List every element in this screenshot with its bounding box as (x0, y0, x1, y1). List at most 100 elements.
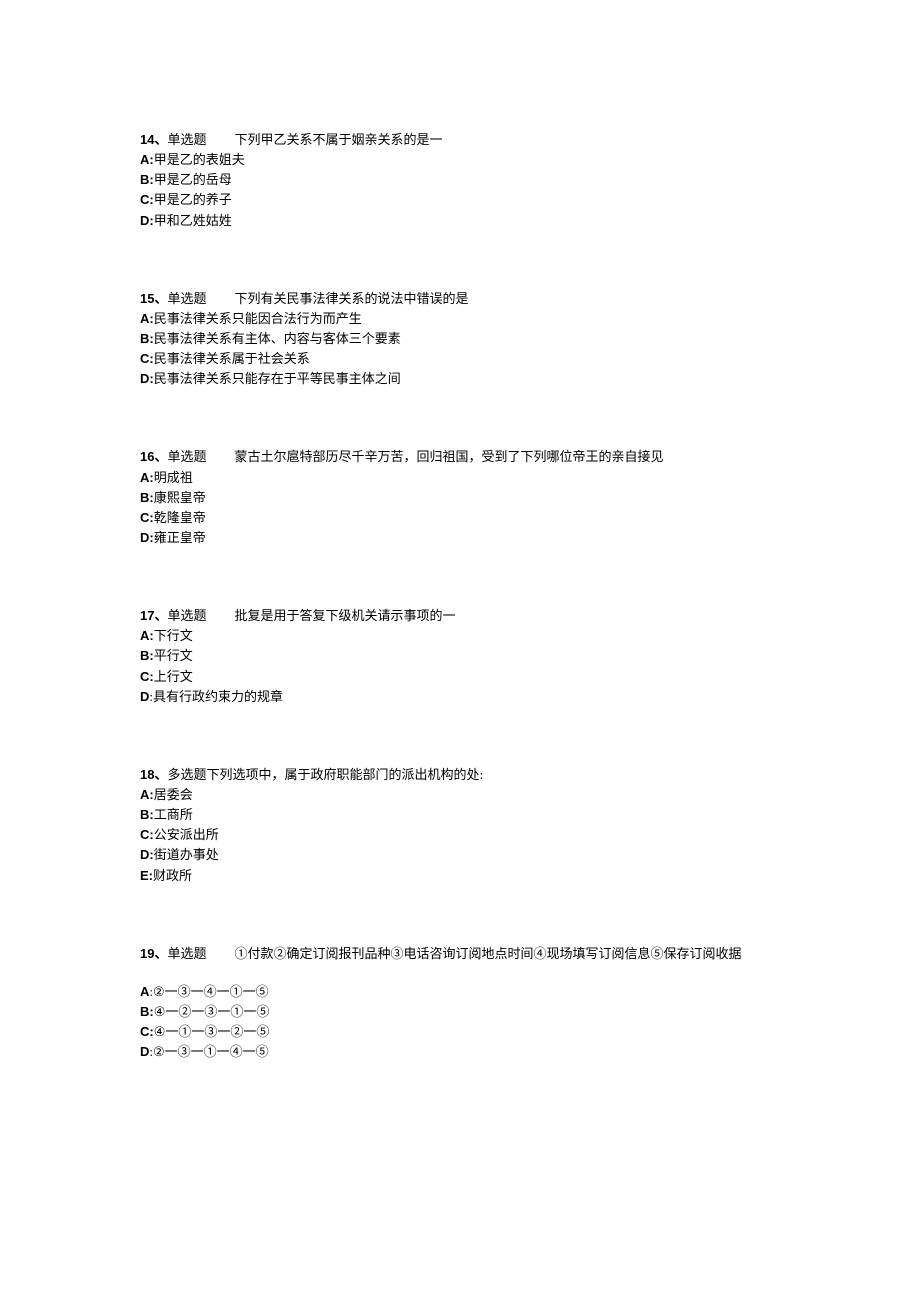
option-letter: D (140, 689, 149, 704)
option-letter: E: (140, 868, 153, 883)
option-text: 街道办事处 (154, 847, 219, 862)
question-16: 16、单选题蒙古土尔扈特部历尽千辛万苦，回归祖国，受到了下列哪位帝王的亲自接见 … (140, 447, 780, 548)
option-letter: B: (140, 1004, 154, 1019)
question-17: 17、单选题 批复是用于答复下级机关请示事项的一 A:下行文 B:平行文 C:上行… (140, 606, 780, 707)
option-a: A:下行文 (140, 626, 780, 646)
page-content: 14、单选题下列甲乙关系不属于姻亲关系的是一 A:甲是乙的表姐夫 B:甲是乙的岳… (0, 0, 920, 1301)
option-text: ④一②一③一①一⑤ (154, 1004, 270, 1019)
question-text: 蒙古土尔扈特部历尽千辛万苦，回归祖国，受到了下列哪位帝王的亲自接见 (234, 449, 663, 464)
question-number: 14、 (140, 132, 167, 147)
option-text: 工商所 (154, 807, 193, 822)
option-c: C:乾隆皇帝 (140, 508, 780, 528)
option-b: B:工商所 (140, 805, 780, 825)
question-stem: 17、单选题 批复是用于答复下级机关请示事项的一 (140, 606, 780, 626)
option-c: C:民事法律关系属于社会关系 (140, 349, 780, 369)
option-a: A:明成祖 (140, 468, 780, 488)
question-text: 下列有关民事法律关系的说法中错误的是 (234, 291, 468, 306)
option-text: 民事法律关系属于社会关系 (154, 351, 310, 366)
question-text: ①付款②确定订阅报刊品种③电话咨询订阅地点时间④现场填写订阅信息⑤保存订阅收据 (234, 946, 741, 961)
option-letter: D (140, 1044, 149, 1059)
option-letter: C: (140, 351, 154, 366)
option-d: D:街道办事处 (140, 845, 780, 865)
option-letter: B: (140, 807, 154, 822)
option-c: C:④一①一③一②一⑤ (140, 1022, 780, 1042)
option-letter: D: (140, 371, 154, 386)
question-number: 19、 (140, 946, 167, 961)
option-c: C:甲是乙的养子 (140, 190, 780, 210)
option-text: 甲是乙的养子 (154, 192, 232, 207)
option-e: E:财政所 (140, 866, 780, 886)
option-letter: D: (140, 530, 154, 545)
option-a: A:②一③一④一①一⑤ (140, 982, 780, 1002)
option-text: 甲是乙的岳母 (154, 172, 232, 187)
option-letter: C: (140, 510, 154, 525)
question-type: 单选题 (167, 946, 206, 961)
question-type: 多选题 (167, 767, 206, 782)
option-text: :②一③一①一④一⑤ (149, 1044, 268, 1059)
option-b: B:④一②一③一①一⑤ (140, 1002, 780, 1022)
question-text: 批复是用于答复下级机关请示事项的一 (234, 608, 455, 623)
option-letter: C: (140, 827, 154, 842)
option-letter: B: (140, 490, 154, 505)
option-text: 民事法律关系只能因合法行为而产生 (154, 311, 362, 326)
option-letter: A: (140, 152, 154, 167)
option-text: :具有行政约束力的规章 (149, 689, 283, 704)
question-18: 18、多选题下列选项中，属于政府职能部门的派出机构的处: A:居委会 B:工商所… (140, 765, 780, 886)
question-number: 16、 (140, 449, 167, 464)
option-text: 民事法律关系只能存在于平等民事主体之间 (154, 371, 401, 386)
question-type: 单选题 (167, 132, 206, 147)
question-type: 单选题 (167, 291, 206, 306)
question-stem: 14、单选题 下列甲乙关系不属于姻亲关系的是一 (140, 130, 780, 150)
option-text: 民事法律关系有主体、内容与客体三个要素 (154, 331, 401, 346)
option-letter: B: (140, 172, 154, 187)
question-14: 14、单选题 下列甲乙关系不属于姻亲关系的是一 A:甲是乙的表姐夫 B:甲是乙的岳… (140, 130, 780, 231)
option-letter: A (140, 984, 149, 999)
question-stem: 18、多选题下列选项中，属于政府职能部门的派出机构的处: (140, 765, 780, 785)
option-text: 居委会 (154, 787, 193, 802)
question-stem: 16、单选题蒙古土尔扈特部历尽千辛万苦，回归祖国，受到了下列哪位帝王的亲自接见 (140, 447, 780, 467)
option-d: D:民事法律关系只能存在于平等民事主体之间 (140, 369, 780, 389)
option-a: A:居委会 (140, 785, 780, 805)
option-letter: B: (140, 331, 154, 346)
option-b: B:甲是乙的岳母 (140, 170, 780, 190)
question-15: 15、单选题 下列有关民事法律关系的说法中错误的是 A:民事法律关系只能因合法行为… (140, 289, 780, 390)
option-text: 财政所 (153, 868, 192, 883)
question-number: 17、 (140, 608, 167, 623)
option-c: C:上行文 (140, 667, 780, 687)
question-19: 19、单选题 ①付款②确定订阅报刊品种③电话咨询订阅地点时间④现场填写订阅信息⑤保… (140, 944, 780, 1063)
option-d: D:甲和乙姓姑姓 (140, 211, 780, 231)
option-text: :②一③一④一①一⑤ (149, 984, 268, 999)
option-text: 甲和乙姓姑姓 (154, 213, 232, 228)
question-type: 单选题 (167, 608, 206, 623)
option-d: D:②一③一①一④一⑤ (140, 1042, 780, 1062)
option-text: 雍正皇帝 (154, 530, 206, 545)
option-letter: C: (140, 192, 154, 207)
option-letter: A: (140, 787, 154, 802)
option-text: 康熙皇帝 (154, 490, 206, 505)
option-a: A:甲是乙的表姐夫 (140, 150, 780, 170)
question-number: 18、 (140, 767, 167, 782)
option-d: D:雍正皇帝 (140, 528, 780, 548)
question-stem: 15、单选题 下列有关民事法律关系的说法中错误的是 (140, 289, 780, 309)
option-text: ④一①一③一②一⑤ (154, 1024, 270, 1039)
option-b: B:平行文 (140, 646, 780, 666)
question-stem: 19、单选题 ①付款②确定订阅报刊品种③电话咨询订阅地点时间④现场填写订阅信息⑤保… (140, 944, 780, 964)
option-letter: D: (140, 847, 154, 862)
option-text: 平行文 (154, 648, 193, 663)
option-letter: A: (140, 470, 154, 485)
option-text: 乾隆皇帝 (154, 510, 206, 525)
option-letter: A: (140, 311, 154, 326)
option-text: 明成祖 (154, 470, 193, 485)
question-text: 下列选项中，属于政府职能部门的派出机构的处: (206, 767, 483, 782)
option-a: A:民事法律关系只能因合法行为而产生 (140, 309, 780, 329)
option-text: 下行文 (154, 628, 193, 643)
question-text: 下列甲乙关系不属于姻亲关系的是一 (234, 132, 442, 147)
question-number: 15、 (140, 291, 167, 306)
option-text: 上行文 (154, 669, 193, 684)
option-c: C:公安派出所 (140, 825, 780, 845)
option-text: 甲是乙的表姐夫 (154, 152, 245, 167)
option-letter: C: (140, 669, 154, 684)
option-letter: D: (140, 213, 154, 228)
option-letter: B: (140, 648, 154, 663)
option-text: 公安派出所 (154, 827, 219, 842)
